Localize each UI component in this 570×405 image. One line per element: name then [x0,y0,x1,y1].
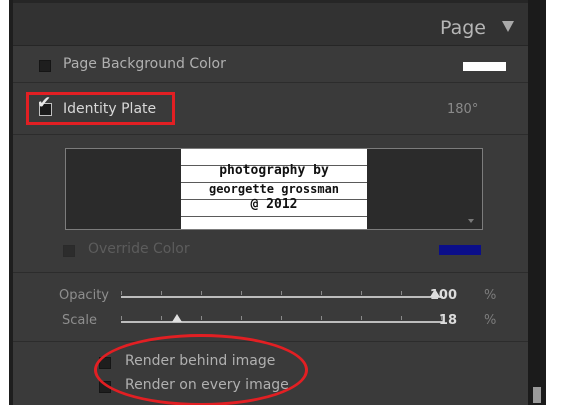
page-panel: Page Page Background Color ✔ Identity Pl… [13,0,528,405]
scrollbar-thumb[interactable] [533,387,541,403]
page-background-color-swatch[interactable] [463,62,506,71]
window-edge-right [546,0,570,405]
identity-plate-text-line: photography by [219,163,329,178]
scale-unit: % [484,313,497,328]
override-color-swatch[interactable] [439,245,481,255]
identity-plate-text-line: georgette grossman [208,182,340,196]
divider [13,272,528,273]
opacity-slider-track[interactable] [121,296,443,298]
identity-plate-rotation[interactable]: 180° [447,102,478,117]
identity-plate-highlight [26,92,175,125]
opacity-label: Opacity [58,288,109,303]
scale-label: Scale [62,313,97,328]
triangle-down-icon[interactable] [502,21,514,32]
page-background-color-checkbox[interactable] [39,60,51,72]
window-edge-left [0,0,9,405]
opacity-unit: % [484,288,497,303]
identity-plate-image: photography by georgette grossman @ 2012 [181,149,367,229]
panel-title: Page [440,17,486,39]
scale-value[interactable]: 18 [417,313,457,328]
scale-slider-ticks [121,316,443,320]
identity-plate-preview[interactable]: photography by georgette grossman @ 2012 [65,148,483,230]
override-color-label: Override Color [88,241,190,257]
scale-slider-track[interactable] [121,321,443,323]
opacity-slider-ticks [121,291,443,295]
page-background-color-label: Page Background Color [63,56,226,72]
identity-plate-text-line: @ 2012 [250,197,298,212]
triangle-down-icon[interactable] [468,219,474,223]
render-options-highlight [94,334,308,405]
divider [13,134,528,135]
override-color-checkbox[interactable] [63,245,75,257]
scale-slider-thumb[interactable] [172,314,183,322]
divider [13,82,528,83]
panel-header[interactable]: Page [13,3,528,46]
opacity-value[interactable]: 100 [417,288,457,303]
scrollbar-track[interactable] [530,0,544,405]
